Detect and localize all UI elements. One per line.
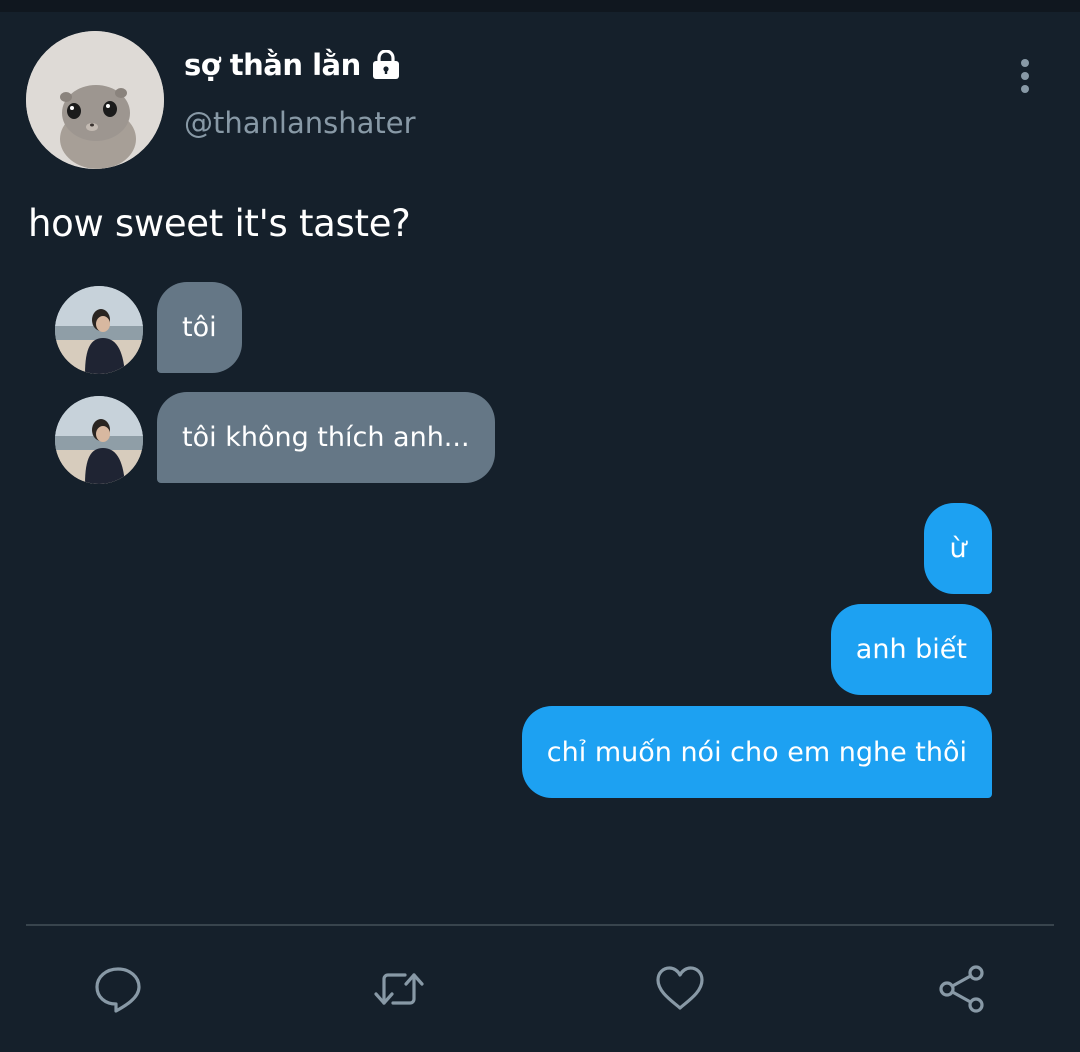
incoming-message-bubble: tôi không thích anh... bbox=[157, 392, 495, 483]
heart-icon[interactable] bbox=[653, 962, 707, 1016]
lock-icon bbox=[371, 49, 401, 80]
incoming-message-bubble: tôi bbox=[157, 282, 242, 373]
reply-icon[interactable] bbox=[91, 962, 145, 1016]
action-bar-divider bbox=[26, 924, 1054, 926]
outgoing-message-bubble: chỉ muốn nói cho em nghe thôi bbox=[521, 706, 992, 798]
outgoing-message-bubble: anh biết bbox=[830, 604, 992, 695]
message-text: tôi không thích anh... bbox=[182, 422, 470, 453]
message-text: anh biết bbox=[855, 634, 967, 665]
message-text: chỉ muốn nói cho em nghe thôi bbox=[546, 736, 967, 768]
message-text: ừ bbox=[949, 533, 967, 564]
share-icon[interactable] bbox=[935, 962, 989, 1016]
avatar[interactable] bbox=[26, 31, 164, 169]
retweet-icon[interactable] bbox=[372, 962, 426, 1016]
tweet-text: how sweet it's taste? bbox=[28, 202, 411, 245]
outgoing-message-bubble: ừ bbox=[924, 503, 992, 594]
message-text: tôi bbox=[182, 312, 217, 343]
more-vertical-icon[interactable] bbox=[1010, 58, 1040, 94]
display-name[interactable]: sợ thằn lằn bbox=[184, 48, 361, 82]
top-bar bbox=[0, 0, 1080, 12]
message-avatar bbox=[55, 286, 143, 374]
user-handle[interactable]: @thanlanshater bbox=[184, 106, 416, 140]
author-name-row[interactable]: sợ thằn lằn bbox=[184, 48, 401, 82]
hamster-avatar-image bbox=[26, 31, 164, 169]
message-avatar bbox=[55, 396, 143, 484]
